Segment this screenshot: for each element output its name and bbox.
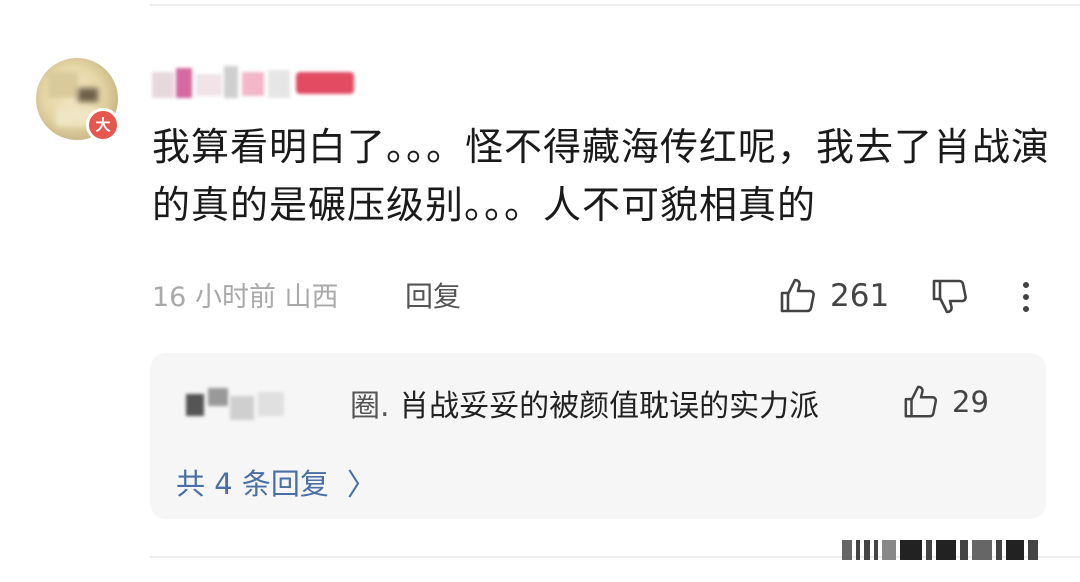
level-badge: 大 [86,108,120,142]
top-divider [150,4,1080,6]
chevron-right-icon: 〉 [346,468,377,503]
reply-button[interactable]: 回复 [405,275,461,315]
reply-like-button[interactable]: 29 [902,383,989,421]
replies-count-label: 共 4 条回复 [176,467,329,501]
comment-meta: 16 小时前 山西 [152,282,339,313]
more-icon[interactable] [1016,278,1036,318]
reply-like-count: 29 [952,385,989,419]
dislike-icon[interactable] [930,276,970,316]
reply-username-blurred [186,386,336,422]
top-reply-text: 圈. 肖战妥妥的被颜值耽误的实力派 [350,389,820,424]
top-reply-card[interactable]: 圈. 肖战妥妥的被颜值耽误的实力派 29 共 4 条回复 〉 [150,353,1046,519]
like-button[interactable]: 261 [778,274,889,318]
view-all-replies-link[interactable]: 共 4 条回复 〉 [176,460,377,504]
like-count: 261 [830,278,890,314]
like-icon [780,278,815,313]
comment-text: 我算看明白了。。。怪不得藏海传红呢，我去了肖战演的真的是碾压级别。。。人不可貌相… [152,125,1051,227]
watermark [842,540,1042,560]
username-blurred[interactable] [152,64,362,104]
like-icon [904,385,938,418]
